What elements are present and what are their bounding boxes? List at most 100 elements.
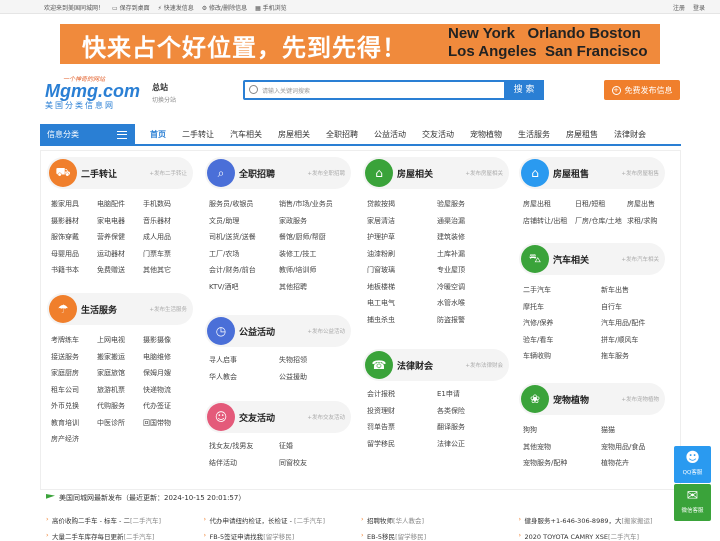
category-link[interactable]: 验屋服务 [437,199,507,209]
qq-service-button[interactable]: ☻ QQ客服 [674,446,711,483]
category-link[interactable]: 防盗报警 [437,315,507,325]
category-link[interactable]: 电工电气 [367,298,437,308]
category-link[interactable]: 门窗玻璃 [367,265,437,275]
category-link[interactable]: 运动器材 [97,249,143,259]
category-link[interactable]: 回国带物 [143,418,189,428]
category-link[interactable]: 车辆收购 [523,351,601,361]
block-header[interactable]: ⌂ 房屋相关 +发布房屋相关 [363,157,509,189]
category-link[interactable]: 接送服务 [51,352,97,362]
category-link[interactable]: 宠物服务/配种 [523,458,601,468]
category-link[interactable]: 房屋出售 [627,199,673,209]
category-link[interactable]: 专业屋顶 [437,265,507,275]
nav-pets[interactable]: 宠物植物 [462,129,510,140]
category-link[interactable]: 失物招领 [279,355,349,365]
quick-post-link[interactable]: ⚡ 快速发信息 [158,3,194,12]
nav-secondhand[interactable]: 二手转让 [174,129,222,140]
category-link[interactable]: 免费赠送 [97,265,143,275]
category-link[interactable]: 书籍书本 [51,265,97,275]
category-link[interactable]: 销售/市场/业务员 [279,199,349,209]
register-link[interactable]: 注册 [673,3,685,12]
category-link[interactable]: 投资理财 [367,406,437,416]
category-link[interactable]: 装修工/技工 [279,249,349,259]
category-link[interactable]: 代购服务 [97,401,143,411]
category-link[interactable]: 护理护草 [367,232,437,242]
category-link[interactable]: 家庭旅馆 [97,368,143,378]
category-link[interactable]: 家庭厨房 [51,368,97,378]
category-link[interactable]: 公益援助 [279,372,349,382]
search-box[interactable]: 请输入关键词搜索 搜 索 [243,80,544,100]
latest-post-link[interactable]: 招聘牧师[华人教会] [361,515,519,525]
category-link[interactable]: 房产经济 [51,434,97,444]
category-link[interactable]: 房屋出租 [523,199,575,209]
category-link[interactable]: 其他宠物 [523,442,601,452]
block-header[interactable]: ☎ 法律财会 +发布法律财会 [363,349,509,381]
login-link[interactable]: 登录 [693,3,705,12]
category-link[interactable]: 汽车用品/配件 [601,318,671,328]
category-link[interactable]: 中医诊所 [97,418,143,428]
category-link[interactable]: 各类保险 [437,406,507,416]
category-link[interactable]: 建筑装修 [437,232,507,242]
search-input[interactable]: 请输入关键词搜索 [262,86,310,95]
category-link[interactable]: 电脑配件 [97,199,143,209]
ad-banner[interactable]: 快来占个好位置，先到先得！ New York Orlando Boston Lo… [60,24,660,64]
category-link[interactable]: 服务员/收银员 [209,199,279,209]
category-link[interactable]: 水管水喉 [437,298,507,308]
nav-cars[interactable]: 汽车相关 [222,129,270,140]
category-link[interactable]: KTV/酒吧 [209,282,279,292]
category-link[interactable]: 外币兑换 [51,401,97,411]
latest-post-link[interactable]: 高价收购二手车 - 标车 - 二[二手汽车] [46,515,204,525]
category-link[interactable]: 同窗校友 [279,458,349,468]
category-link[interactable]: 母婴用品 [51,249,97,259]
nav-life[interactable]: 生活服务 [510,129,558,140]
nav-charity[interactable]: 公益活动 [366,129,414,140]
latest-post-link[interactable]: 代办申请纽约检证，长检证 - [二手汽车] [204,515,362,525]
block-header[interactable]: ☺ 交友活动 +发布交友活动 [205,401,351,433]
category-link[interactable]: 上网电视 [97,335,143,345]
category-link[interactable]: 保姆月嫂 [143,368,189,378]
category-link[interactable]: 贷款按揭 [367,199,437,209]
category-link[interactable]: 冷暖空调 [437,282,507,292]
category-link[interactable]: 代办签证 [143,401,189,411]
site-logo[interactable]: 一个神奇的网站 Mgmg.com 美国分类信息网 [45,74,140,111]
category-link[interactable]: 结伴活动 [209,458,279,468]
category-link[interactable]: 成人用品 [143,232,189,242]
category-link[interactable]: 服饰穿戴 [51,232,97,242]
category-link[interactable]: 电脑维修 [143,352,189,362]
category-link[interactable]: 手机数码 [143,199,189,209]
category-link[interactable]: 猫猫 [601,425,671,435]
category-link[interactable]: 会计报税 [367,389,437,399]
nav-home[interactable]: 首页 [142,129,174,140]
category-link[interactable]: 家居清洁 [367,216,437,226]
category-link[interactable]: 验车/看车 [523,335,601,345]
category-link[interactable]: 门票车票 [143,249,189,259]
category-link[interactable]: 汽修/保养 [523,318,601,328]
category-link[interactable]: 征婚 [279,441,349,451]
latest-post-link[interactable]: 健身服务+1-646-306-8989，大[搬家搬运] [519,515,677,525]
category-link[interactable]: 考牌练车 [51,335,97,345]
category-link[interactable]: 土库补漏 [437,249,507,259]
block-header[interactable]: ⌕ 全职招聘 +发布全职招聘 [205,157,351,189]
free-post-button[interactable]: + 免费发布信息 [604,80,680,100]
category-link[interactable]: 其他其它 [143,265,189,275]
category-link[interactable]: 求租/求购 [627,216,673,226]
mobile-link[interactable]: ▦ 手机浏览 [255,3,287,12]
nav-housing[interactable]: 房屋相关 [270,129,318,140]
category-link[interactable]: 会计/财务/前台 [209,265,279,275]
category-link[interactable]: 翻译服务 [437,422,507,432]
category-link[interactable]: 摩托车 [523,302,601,312]
category-link[interactable]: 教育培训 [51,418,97,428]
block-header[interactable]: ⛟ 二手转让 +发布二手转让 [47,157,193,189]
category-link[interactable]: 捕虫杀虫 [367,315,437,325]
edit-delete-link[interactable]: ⚙ 修改/删除信息 [202,3,247,12]
category-link[interactable]: 日租/短租 [575,199,627,209]
category-link[interactable]: 快递物流 [143,385,189,395]
category-link[interactable]: 新车出售 [601,285,671,295]
nav-rental[interactable]: 房屋租售 [558,129,606,140]
category-link[interactable]: 餐馆/厨师/帮厨 [279,232,349,242]
category-link[interactable]: 家政服务 [279,216,349,226]
category-link[interactable]: 植物花卉 [601,458,671,468]
category-link[interactable]: 找女友/找男友 [209,441,279,451]
block-header[interactable]: ◷ 公益活动 +发布公益活动 [205,315,351,347]
category-link[interactable]: 租车公司 [51,385,97,395]
category-link[interactable]: 教师/培训师 [279,265,349,275]
